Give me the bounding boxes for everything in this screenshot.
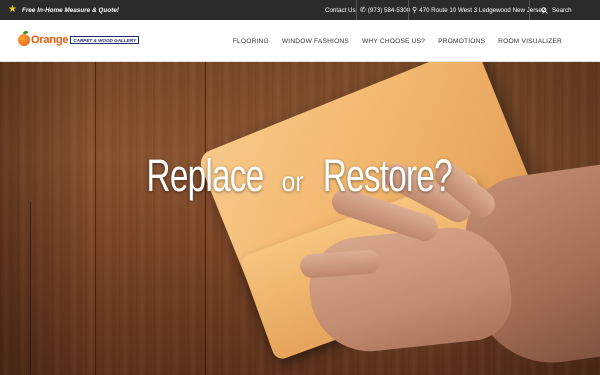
divider: [356, 0, 357, 20]
promo-banner[interactable]: ★ Free In-Home Measure & Quote!: [8, 4, 119, 16]
orange-fruit-icon: [18, 30, 30, 46]
logo-tagline: CARPET & WOOD GALLERY: [70, 36, 140, 44]
floor-plank-seam: [205, 62, 206, 375]
phone-link[interactable]: ✆ (973) 584-5300: [360, 0, 410, 20]
address-text: 470 Route 10 West 3 Ledgewood New Jersey: [419, 6, 545, 14]
search-label: Search: [552, 6, 572, 14]
search-icon: [541, 6, 548, 14]
top-utility-bar: ★ Free In-Home Measure & Quote! Contact …: [0, 0, 600, 20]
main-nav: FLOORING WINDOW FASHIONS WHY CHOOSE US? …: [233, 20, 562, 62]
star-icon: ★: [8, 4, 17, 15]
contact-us-link[interactable]: Contact Us: [325, 0, 356, 20]
floor-plank-seam: [95, 62, 96, 375]
nav-item-why-choose-us[interactable]: WHY CHOOSE US?: [362, 38, 425, 45]
phone-icon: ✆: [360, 7, 366, 14]
headline-word-restore: Restore?: [323, 150, 453, 201]
nav-item-room-visualizer[interactable]: ROOM VISUALIZER: [498, 38, 562, 45]
hero-banner: Replace or Restore?: [0, 62, 600, 375]
phone-number: (973) 584-5300: [367, 6, 411, 14]
divider: [529, 0, 530, 20]
search-button[interactable]: Search: [541, 0, 572, 20]
hand-image: [304, 221, 516, 358]
brand-logo[interactable]: Orange CARPET & WOOD GALLERY: [18, 30, 140, 49]
divider: [408, 0, 409, 20]
logo-wordmark: Orange: [31, 34, 69, 46]
nav-item-promotions[interactable]: PROMOTIONS: [438, 38, 485, 45]
headline-word-replace: Replace: [146, 150, 265, 201]
site-header: Orange CARPET & WOOD GALLERY FLOORING WI…: [0, 20, 600, 62]
nav-item-flooring[interactable]: FLOORING: [233, 38, 269, 45]
headline-word-or: or: [281, 166, 304, 197]
nav-item-window-fashions[interactable]: WINDOW FASHIONS: [282, 38, 349, 45]
map-pin-icon: ⚲: [412, 7, 418, 14]
address-link[interactable]: ⚲ 470 Route 10 West 3 Ledgewood New Jers…: [412, 0, 545, 20]
hero-headline: Replace or Restore?: [0, 150, 600, 202]
promo-text: Free In-Home Measure & Quote!: [21, 6, 120, 14]
floor-plank-seam: [30, 202, 31, 375]
